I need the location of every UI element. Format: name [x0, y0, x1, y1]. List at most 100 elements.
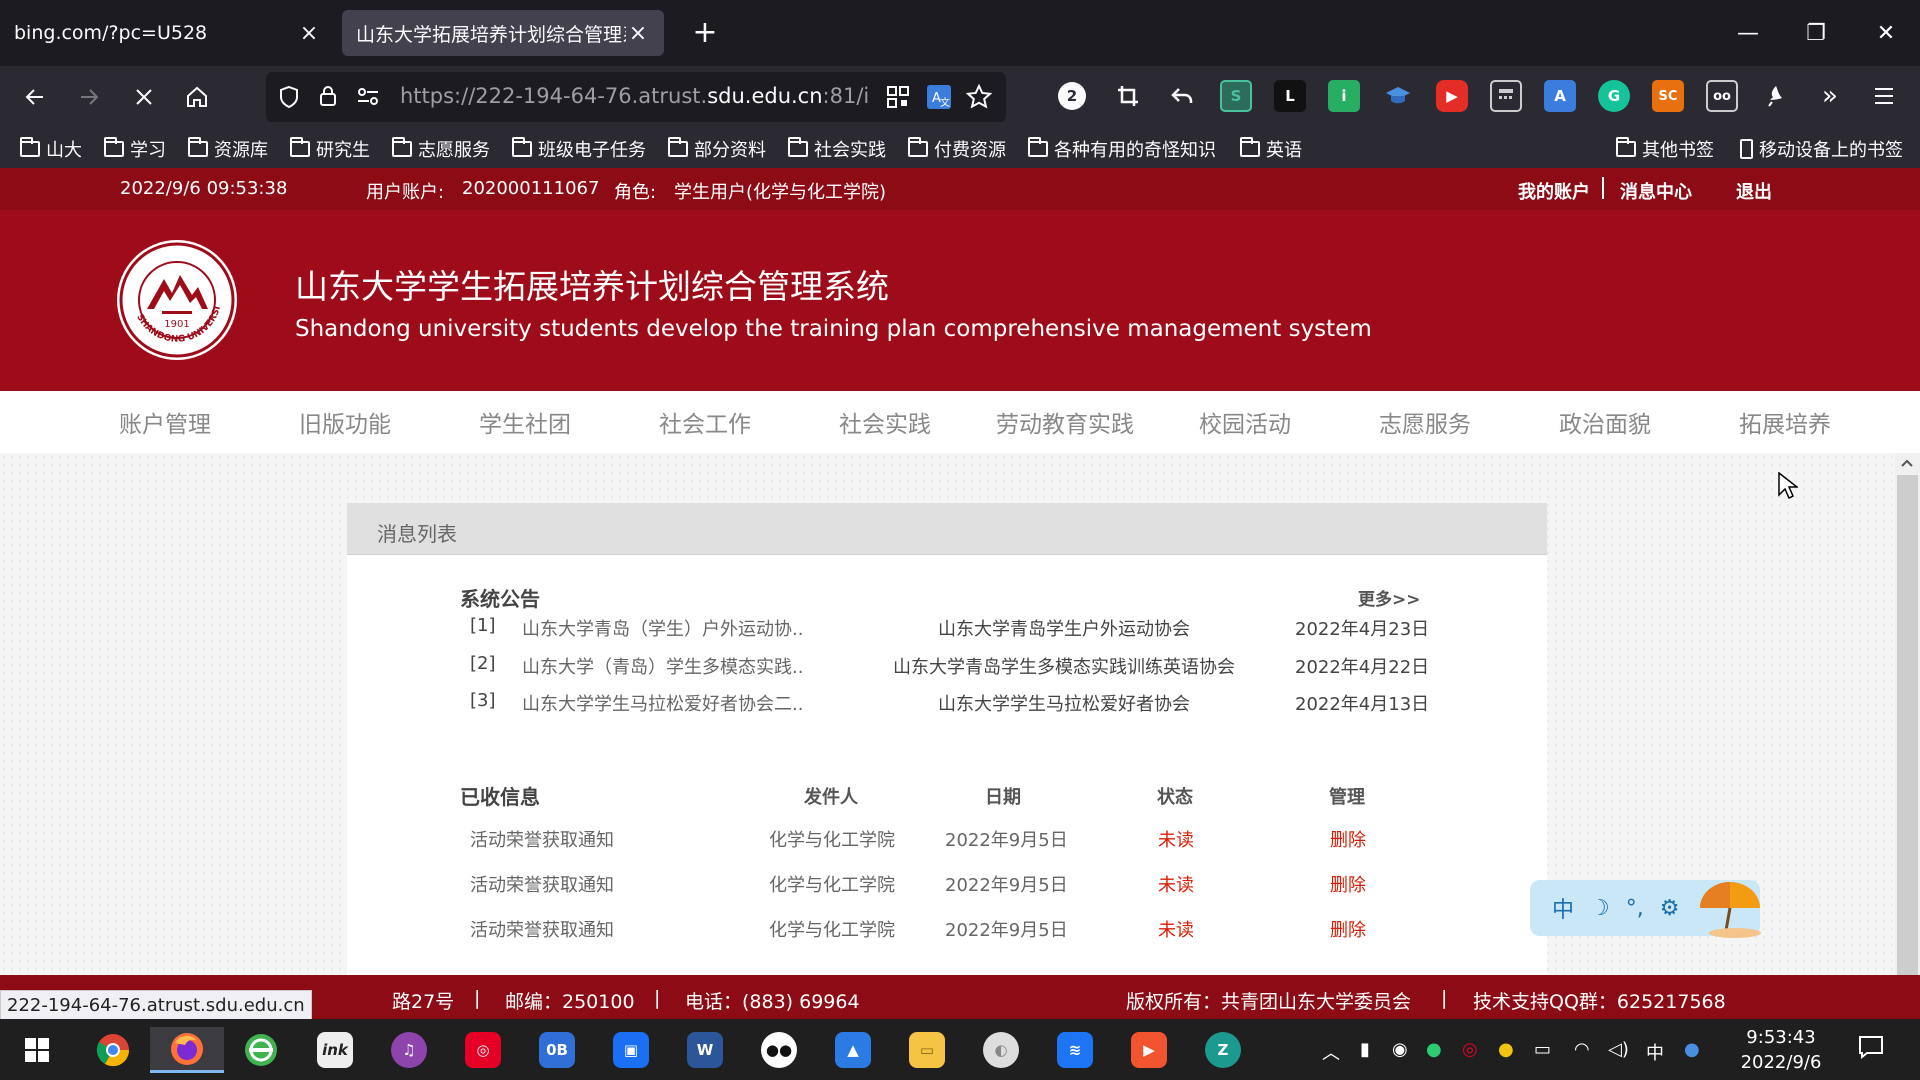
bookmark-folder[interactable]: 学习	[104, 136, 166, 162]
z-app-icon[interactable]: Z	[1186, 1027, 1260, 1073]
back-arrow-icon[interactable]	[17, 79, 53, 115]
delete-link[interactable]: 删除	[1330, 916, 1366, 942]
more-announcements-link[interactable]: 更多>>	[1358, 585, 1421, 610]
delete-link[interactable]: 删除	[1330, 871, 1366, 897]
overflow-chevron-icon[interactable]: »	[1814, 80, 1846, 112]
microphone-icon[interactable]: ▮	[1360, 1039, 1370, 1060]
notifications-icon[interactable]	[1858, 1035, 1884, 1059]
feishu-icon[interactable]: ≋	[1038, 1027, 1112, 1073]
l-extension-icon[interactable]: L	[1274, 80, 1306, 112]
bookmark-folder[interactable]: 山大	[20, 136, 82, 162]
ime-tray-icon[interactable]: ●	[1684, 1039, 1700, 1060]
menu-student-clubs[interactable]: 学生社团	[435, 405, 615, 439]
crop-icon[interactable]	[1112, 80, 1144, 112]
dingtalk-icon[interactable]: ▣	[594, 1027, 668, 1073]
menu-volunteer-service[interactable]: 志愿服务	[1335, 405, 1515, 439]
ime-language-toggle[interactable]: 中	[1552, 892, 1574, 924]
moon-icon[interactable]: ☽	[1590, 896, 1610, 921]
undo-icon[interactable]	[1166, 80, 1198, 112]
file-explorer-icon[interactable]: ▭	[890, 1027, 964, 1073]
minimize-button[interactable]: —	[1728, 14, 1768, 54]
grammarly-icon[interactable]: G	[1598, 80, 1630, 112]
bookmark-folder[interactable]: 社会实践	[788, 136, 886, 162]
bookmark-folder[interactable]: 资源库	[188, 136, 268, 162]
menu-political-status[interactable]: 政治面貌	[1515, 405, 1695, 439]
message-center-link[interactable]: 消息中心	[1620, 178, 1692, 204]
panda-app-icon[interactable]: ●●	[742, 1027, 816, 1073]
ob-app-icon[interactable]: 0B	[520, 1027, 594, 1073]
media-player-icon[interactable]: ♫	[372, 1027, 446, 1073]
bookmark-folder[interactable]: 志愿服务	[392, 136, 490, 162]
tray-app-icon[interactable]: ◉	[1392, 1039, 1408, 1060]
my-account-link[interactable]: 我的账户	[1518, 178, 1590, 204]
system-clock[interactable]: 9:53:43 2022/9/6	[1716, 1025, 1846, 1075]
bookmark-folder-other[interactable]: 其他书签	[1616, 136, 1714, 162]
tray-chevron-icon[interactable]: ︿	[1322, 1039, 1340, 1065]
ime-toolbar[interactable]: 中 ☽ °, ⚙	[1530, 880, 1762, 938]
announcement-title-link[interactable]: 山东大学（青岛）学生多模态实践..	[522, 653, 803, 679]
tab-close-icon[interactable]: ×	[297, 21, 321, 46]
menu-social-work[interactable]: 社会工作	[615, 405, 795, 439]
menu-legacy-features[interactable]: 旧版功能	[255, 405, 435, 439]
tray-music-icon[interactable]: ◎	[1462, 1039, 1478, 1060]
bird-extension-icon[interactable]	[1760, 80, 1792, 112]
menu-account-management[interactable]: 账户管理	[75, 405, 255, 439]
delete-link[interactable]: 删除	[1330, 826, 1366, 852]
moon-app-icon[interactable]: ◐	[964, 1027, 1038, 1073]
menu-labor-education[interactable]: 劳动教育实践	[975, 405, 1155, 439]
notification-count-badge[interactable]: 2	[1058, 82, 1086, 110]
forward-arrow-icon[interactable]	[71, 79, 107, 115]
new-tab-button[interactable]: +	[690, 18, 720, 48]
firefox-icon[interactable]	[150, 1027, 224, 1073]
bookmark-folder[interactable]: 研究生	[290, 136, 370, 162]
message-subject-link[interactable]: 活动荣誉获取通知	[470, 916, 614, 942]
tab-bing[interactable]: bing.com/?pc=U528 ×	[0, 10, 335, 56]
permissions-icon[interactable]	[356, 86, 380, 108]
netease-music-icon[interactable]: ◎	[446, 1027, 520, 1073]
url-bar[interactable]: https://222-194-64-76.atrust.sdu.edu.cn:…	[266, 72, 1006, 122]
menu-extended-training[interactable]: 拓展培养	[1695, 405, 1875, 439]
bookmark-folder[interactable]: 付费资源	[908, 136, 1006, 162]
announcement-title-link[interactable]: 山东大学青岛（学生）户外运动协..	[522, 615, 803, 641]
video-extension-icon[interactable]: ▶	[1436, 80, 1468, 112]
message-subject-link[interactable]: 活动荣誉获取通知	[470, 826, 614, 852]
photos-icon[interactable]: ▲	[816, 1027, 890, 1073]
bookmark-folder[interactable]: 班级电子任务	[512, 136, 646, 162]
volume-icon[interactable]: ◁)	[1608, 1039, 1629, 1060]
bookmark-folder-mobile[interactable]: 移动设备上的书签	[1740, 136, 1903, 162]
menu-social-practice[interactable]: 社会实践	[795, 405, 975, 439]
sc-extension-icon[interactable]: SC	[1652, 80, 1684, 112]
logout-link[interactable]: 退出	[1736, 178, 1772, 204]
chrome-icon[interactable]	[76, 1027, 150, 1073]
lock-icon[interactable]	[318, 84, 338, 108]
wifi-icon[interactable]: ◠	[1574, 1039, 1590, 1060]
tab-sdu-system[interactable]: 山东大学拓展培养计划综合管理系统 ×	[342, 10, 664, 56]
windows-start-icon[interactable]	[0, 1027, 74, 1073]
shield-icon[interactable]	[278, 85, 300, 109]
punctuation-icon[interactable]: °,	[1626, 896, 1644, 921]
home-icon[interactable]	[179, 79, 215, 115]
translate-icon[interactable]: A文	[926, 84, 952, 110]
glasses-extension-icon[interactable]: oo	[1706, 80, 1738, 112]
calculator-icon[interactable]	[1490, 80, 1522, 112]
tab-close-icon[interactable]: ×	[626, 21, 650, 46]
bookmark-folder[interactable]: 英语	[1240, 136, 1302, 162]
ink-app-icon[interactable]: ink	[298, 1027, 372, 1073]
bookmark-folder[interactable]: 各种有用的奇怪知识	[1028, 136, 1216, 162]
announcement-title-link[interactable]: 山东大学学生马拉松爱好者协会二..	[522, 690, 803, 716]
input-language[interactable]: 中	[1646, 1039, 1664, 1065]
scrollbar-thumb[interactable]	[1897, 475, 1918, 975]
bookmark-star-icon[interactable]	[966, 84, 992, 110]
close-window-button[interactable]: ✕	[1866, 14, 1906, 54]
scroll-up-icon[interactable]	[1900, 457, 1914, 469]
video-editor-icon[interactable]: ▶	[1112, 1027, 1186, 1073]
qr-code-icon[interactable]	[886, 85, 910, 109]
qq-icon[interactable]: ●	[1498, 1039, 1514, 1060]
graduation-cap-icon[interactable]	[1382, 80, 1414, 112]
info-extension-icon[interactable]: i	[1328, 80, 1360, 112]
browser-360-icon[interactable]	[224, 1027, 298, 1073]
restore-button[interactable]: ❐	[1796, 14, 1836, 54]
message-subject-link[interactable]: 活动荣誉获取通知	[470, 871, 614, 897]
translate-extension-icon[interactable]: A	[1544, 80, 1576, 112]
wechat-icon[interactable]: ●	[1426, 1039, 1442, 1060]
